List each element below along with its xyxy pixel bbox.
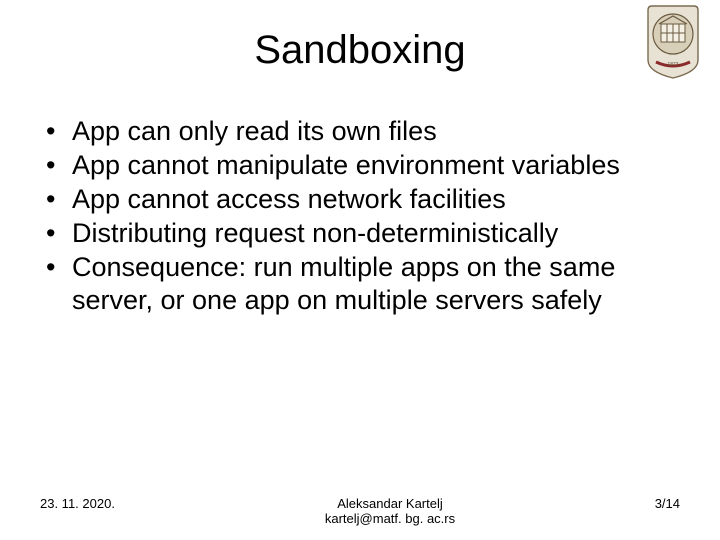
list-item: App can only read its own files [46, 115, 680, 148]
footer-page: 3/14 [600, 496, 680, 511]
slide: 1873 Sandboxing App can only read its ow… [0, 0, 720, 540]
svg-text:1873: 1873 [667, 62, 678, 68]
footer-author: Aleksandar Kartelj [180, 496, 600, 511]
footer: 23. 11. 2020. Aleksandar Kartelj kartelj… [0, 496, 720, 526]
university-crest-icon: 1873 [644, 4, 702, 80]
footer-author-block: Aleksandar Kartelj kartelj@matf. bg. ac.… [180, 496, 600, 526]
list-item: App cannot manipulate environment variab… [46, 149, 680, 182]
list-item: App cannot access network facilities [46, 183, 680, 216]
bullet-list: App can only read its own files App cann… [40, 115, 680, 317]
slide-title: Sandboxing [40, 28, 680, 73]
list-item: Consequence: run multiple apps on the sa… [46, 251, 680, 317]
footer-date: 23. 11. 2020. [40, 496, 180, 511]
footer-email: kartelj@matf. bg. ac.rs [180, 511, 600, 526]
list-item: Distributing request non-deterministical… [46, 217, 680, 250]
